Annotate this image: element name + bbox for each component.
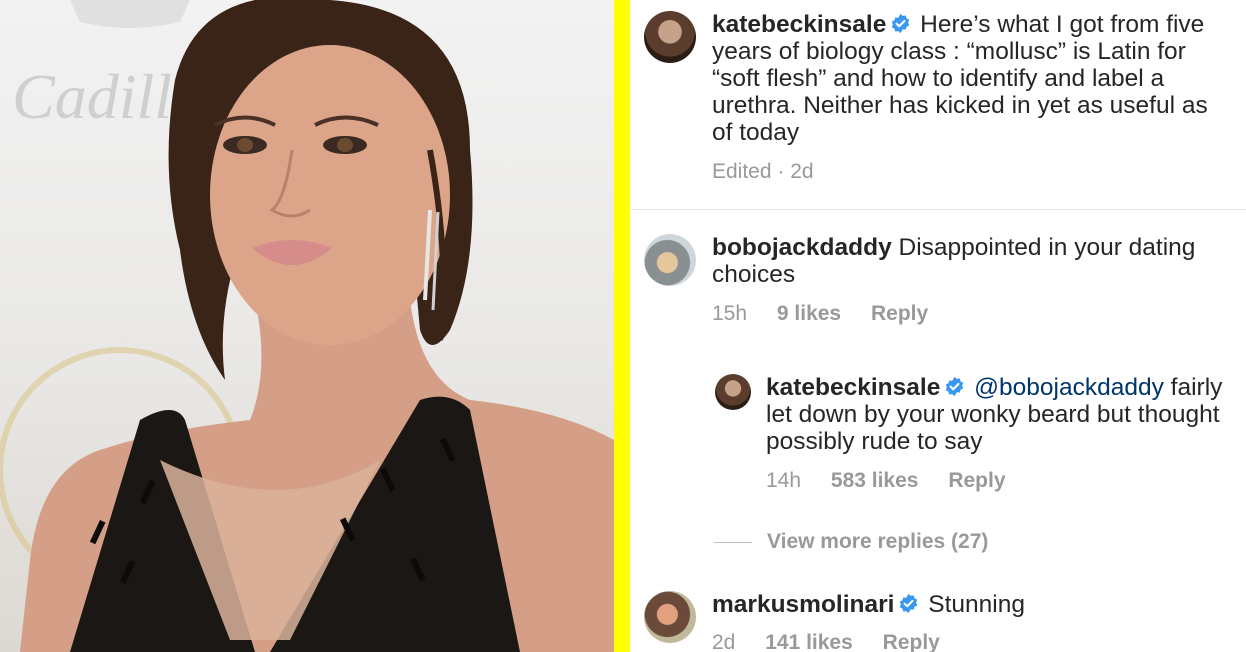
comment-time: 14h [766,469,802,492]
comments-panel[interactable]: katebeckinsale Here’s what I got from fi… [630,0,1246,652]
comment-meta: 15h 9 likes Reply [712,302,952,326]
comment-body: Stunning [928,591,1026,618]
celebrity-photo: Cadill [0,0,614,652]
comment: bobojackdaddy Disappointed in your datin… [712,234,1232,288]
comment-meta: Edited · 2d [712,160,838,184]
comment-username[interactable]: katebeckinsale [766,374,940,401]
view-more-replies-button[interactable]: View more replies (27) [714,530,988,554]
likes-count[interactable]: 9 likes [777,302,841,325]
comment-time: 2d [712,631,736,652]
comment-time: Edited · 2d [712,160,814,183]
comment-meta: 14h 583 likes Reply [766,469,1030,493]
comment: markusmolinari Stunning [712,591,1232,618]
avatar[interactable] [644,591,696,643]
photo-illustration: Cadill [0,0,614,652]
avatar[interactable] [644,11,696,63]
reply-comment: katebeckinsale @bobojackdaddy fairly let… [766,374,1236,455]
likes-count[interactable]: 141 likes [765,631,853,652]
reply-button[interactable]: Reply [871,302,928,325]
comment-separator [630,209,1246,210]
verified-badge-icon [900,593,918,614]
comment-meta: 2d 141 likes Reply [712,631,964,652]
verified-badge-icon [946,376,964,397]
avatar[interactable] [644,234,696,286]
replies-line [714,541,752,543]
comment-time: 15h [712,302,748,325]
verified-badge-icon [892,13,910,34]
mention-link[interactable]: @bobojackdaddy [974,374,1164,401]
avatar[interactable] [715,374,751,410]
comment-username[interactable]: markusmolinari [712,591,894,618]
comment-username[interactable]: bobojackdaddy [712,234,892,261]
yellow-divider [614,0,630,652]
logo-text: Cadill [12,61,172,132]
likes-count[interactable]: 583 likes [831,469,919,492]
comment-username[interactable]: katebeckinsale [712,11,886,38]
view-more-replies-label: View more replies (27) [767,530,989,553]
reply-button[interactable]: Reply [948,469,1005,492]
comment: katebeckinsale Here’s what I got from fi… [712,11,1232,146]
reply-button[interactable]: Reply [883,631,940,652]
